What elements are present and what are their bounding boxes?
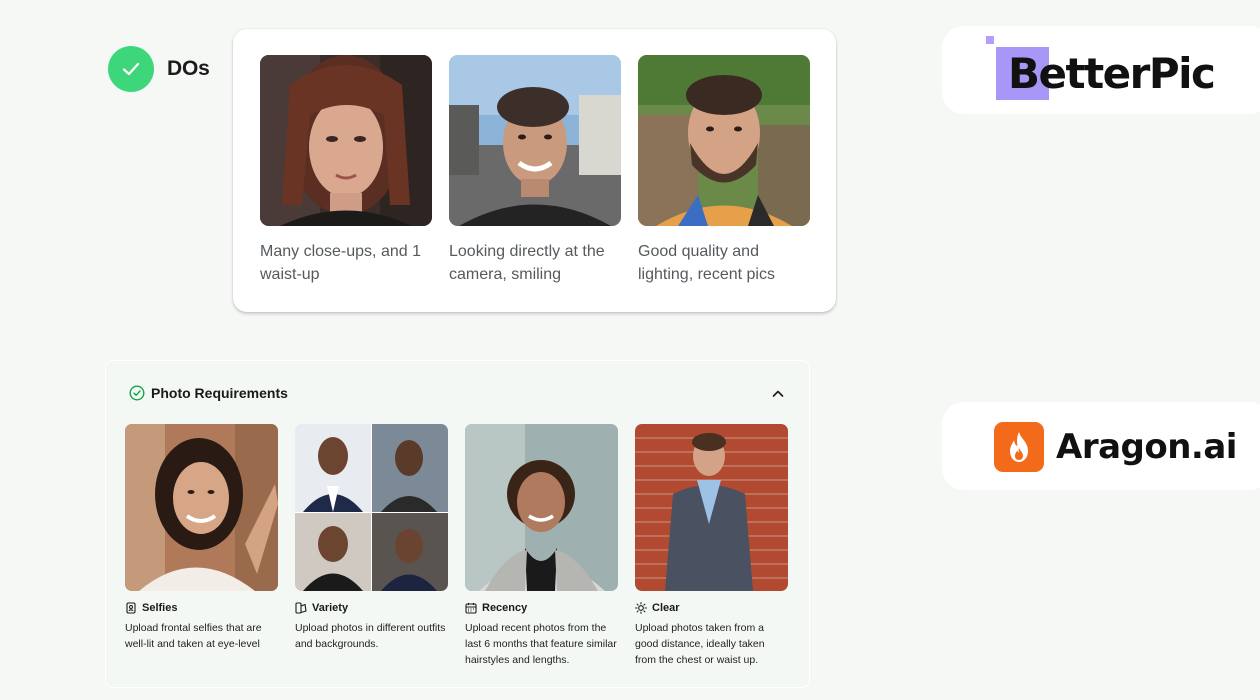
requirement-label: Recency [465, 602, 618, 614]
betterpic-wordmark: BetterPic [1008, 49, 1216, 98]
variety-icon [295, 602, 307, 614]
dos-examples-card: Many close-ups, and 1 waist-up Looking d… [233, 29, 836, 312]
requirement-item: Variety Upload photos in different outfi… [295, 424, 448, 652]
chevron-up-icon[interactable] [771, 387, 785, 401]
variety-collage-photo [295, 424, 448, 591]
aragon-wordmark: Aragon.ai [1056, 427, 1237, 467]
logo-accent-dot [986, 36, 994, 44]
requirement-label: Selfies [125, 602, 278, 614]
dos-example: Good quality and lighting, recent pics [638, 55, 810, 286]
selfie-woman-photo [125, 424, 278, 591]
dos-example: Looking directly at the camera, smiling [449, 55, 621, 286]
smiling-man-photo [449, 55, 621, 226]
waist-up-man-photo [635, 424, 788, 591]
dos-label: DOs [167, 57, 210, 80]
requirement-description: Upload frontal selfies that are well-lit… [125, 622, 262, 650]
dos-caption: Looking directly at the camera, smiling [449, 243, 605, 283]
aragon-brand-card: Aragon.ai [942, 402, 1260, 490]
check-circle-icon [108, 46, 154, 92]
dos-example: Many close-ups, and 1 waist-up [260, 55, 432, 286]
requirement-description: Upload photos in different outfits and b… [295, 622, 446, 650]
dos-caption: Good quality and lighting, recent pics [638, 243, 775, 283]
photo-requirements-panel: Photo Requirements Selfies Upload fronta… [105, 360, 810, 688]
photo-requirements-title: Photo Requirements [151, 385, 288, 401]
photo-requirements-header[interactable]: Photo Requirements [129, 385, 288, 401]
requirement-label-text: Recency [482, 602, 528, 614]
check-circle-icon [129, 385, 145, 401]
requirement-item: Clear Upload photos taken from a good di… [635, 424, 788, 668]
dos-caption: Many close-ups, and 1 waist-up [260, 243, 421, 283]
requirement-label: Variety [295, 602, 448, 614]
requirement-description: Upload recent photos from the last 6 mon… [465, 622, 617, 666]
recent-woman-photo [465, 424, 618, 591]
closeup-woman-photo [260, 55, 432, 226]
requirement-label-text: Selfies [142, 602, 178, 614]
calendar-icon [465, 603, 477, 614]
requirement-label-text: Clear [652, 602, 680, 614]
requirement-item: Selfies Upload frontal selfies that are … [125, 424, 278, 652]
bearded-man-photo [638, 55, 810, 226]
requirement-item: Recency Upload recent photos from the la… [465, 424, 618, 668]
dos-heading: DOs [108, 46, 210, 92]
flame-icon [994, 422, 1044, 472]
requirement-label-text: Variety [312, 602, 349, 614]
betterpic-logo: BetterPic [986, 36, 1226, 106]
selfie-icon [126, 602, 136, 614]
betterpic-brand-card: BetterPic [942, 26, 1260, 114]
requirement-label: Clear [635, 602, 788, 614]
sun-icon [635, 602, 647, 614]
requirement-description: Upload photos taken from a good distance… [635, 622, 765, 666]
